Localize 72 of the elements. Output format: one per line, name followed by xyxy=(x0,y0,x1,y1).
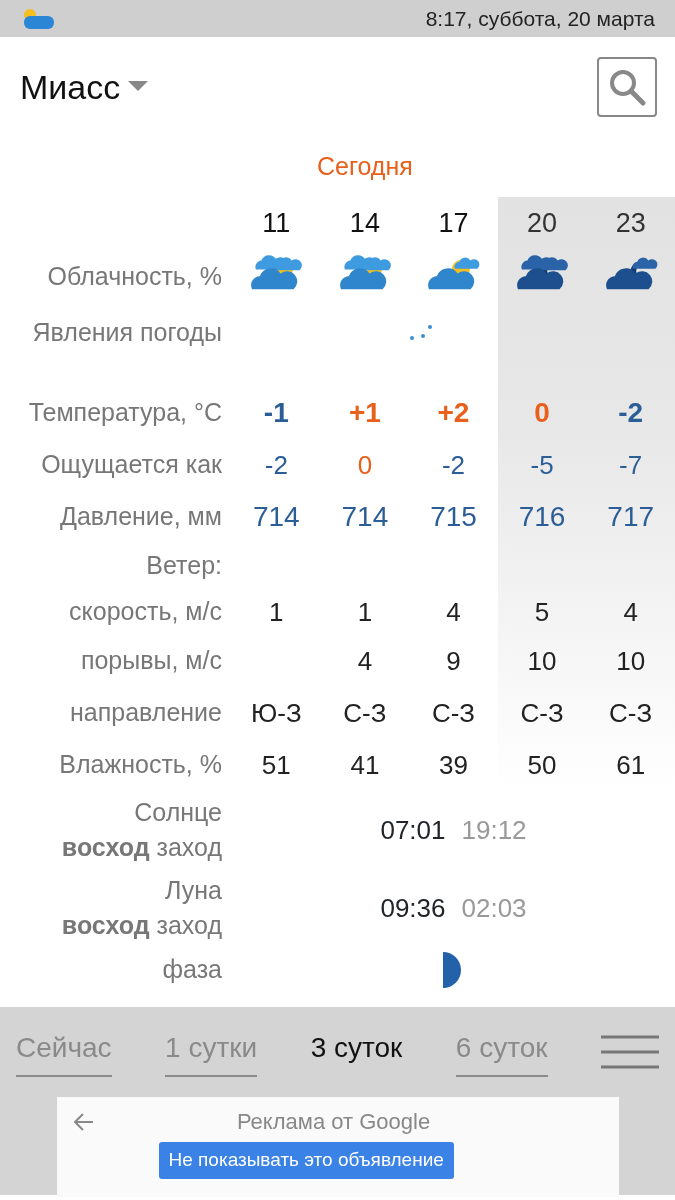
wind-speed-value: 1 xyxy=(357,595,373,629)
temperature-value: -2 xyxy=(618,396,644,430)
temperature-value: -1 xyxy=(263,396,289,430)
tab[interactable]: 1 сутки xyxy=(165,1027,258,1077)
search-icon xyxy=(607,67,647,107)
pressure-value: 717 xyxy=(607,500,655,534)
wind-speed-value: 1 xyxy=(269,595,284,629)
tab[interactable]: 3 суток xyxy=(310,1027,403,1077)
temperature-value: +1 xyxy=(348,396,381,430)
row-label: Температура, °С xyxy=(28,397,222,429)
row-label: Давление, мм xyxy=(60,501,222,533)
status-time: 8:17, суббота, 20 марта xyxy=(425,5,655,32)
menu-icon[interactable] xyxy=(601,1035,659,1069)
feels-like-value: -7 xyxy=(619,448,643,482)
humidity-value: 51 xyxy=(261,748,291,782)
temperature-value: 0 xyxy=(534,396,550,430)
set-time: 19:12 xyxy=(461,813,527,847)
tab[interactable]: Сейчас xyxy=(16,1027,112,1077)
wind-gust-value: 10 xyxy=(527,644,557,678)
humidity-value: 39 xyxy=(439,748,468,782)
feels-like-value: -2 xyxy=(264,448,288,482)
row-label: скорость, м/с xyxy=(69,596,222,628)
humidity-value: 61 xyxy=(616,748,646,782)
row-label: направление xyxy=(70,697,222,729)
row-label: Влажность, % xyxy=(59,749,222,781)
search-button[interactable] xyxy=(597,57,657,117)
wind-direction-value: Ю-З xyxy=(250,696,302,730)
pressure-value: 714 xyxy=(252,500,300,534)
row-label: Облачность, % xyxy=(47,261,222,293)
row-label: фаза xyxy=(162,954,222,986)
pressure-value: 716 xyxy=(518,500,566,534)
wind-gust-value: 4 xyxy=(357,644,373,678)
ad-title: Реклама от Google xyxy=(235,1108,432,1136)
hour-label: 14 xyxy=(349,206,380,240)
row-label: Ветер: xyxy=(146,550,222,582)
row-label: восход заход xyxy=(61,910,222,941)
feels-like-value: 0 xyxy=(357,448,373,482)
hour-label: 17 xyxy=(438,206,469,240)
hour-label: 20 xyxy=(527,206,558,240)
row-label: Ощущается как xyxy=(41,449,222,481)
row-label: Луна xyxy=(165,875,222,906)
tab[interactable]: 6 суток xyxy=(455,1027,548,1077)
day-label: Сегодня xyxy=(317,151,413,183)
rise-time: 09:36 xyxy=(380,891,446,925)
wind-direction-value: С-З xyxy=(343,696,387,730)
pressure-value: 715 xyxy=(430,500,477,534)
row-label: восход заход xyxy=(61,832,222,863)
wind-speed-value: 4 xyxy=(446,595,461,629)
temperature-value: +2 xyxy=(437,396,470,430)
back-arrow-icon[interactable] xyxy=(72,1111,95,1132)
feels-like-value: -2 xyxy=(441,448,466,482)
hour-label: 23 xyxy=(615,206,646,240)
wind-gust-value: 9 xyxy=(446,644,461,678)
wind-gust-value: 10 xyxy=(616,644,646,678)
wind-direction-value: С-З xyxy=(609,696,653,730)
row-label: Явления погоды xyxy=(32,317,222,349)
humidity-value: 41 xyxy=(350,748,380,782)
wind-speed-value: 5 xyxy=(534,595,550,629)
city-name[interactable]: Миасс xyxy=(20,61,121,113)
wind-direction-value: С-З xyxy=(431,696,476,730)
hour-label: 11 xyxy=(262,206,291,240)
rise-time: 07:01 xyxy=(380,813,446,847)
feels-like-value: -5 xyxy=(530,448,554,482)
hide-ad-button[interactable]: Не показывать это объявление xyxy=(158,1142,454,1179)
caret-icon xyxy=(128,81,149,93)
wind-speed-value: 4 xyxy=(623,595,638,629)
pressure-value: 714 xyxy=(341,500,389,534)
humidity-value: 50 xyxy=(527,748,557,782)
row-label: Солнце xyxy=(134,797,222,828)
set-time: 02:03 xyxy=(461,891,527,925)
wind-direction-value: С-З xyxy=(520,696,564,730)
row-label: порывы, м/с xyxy=(80,645,222,677)
